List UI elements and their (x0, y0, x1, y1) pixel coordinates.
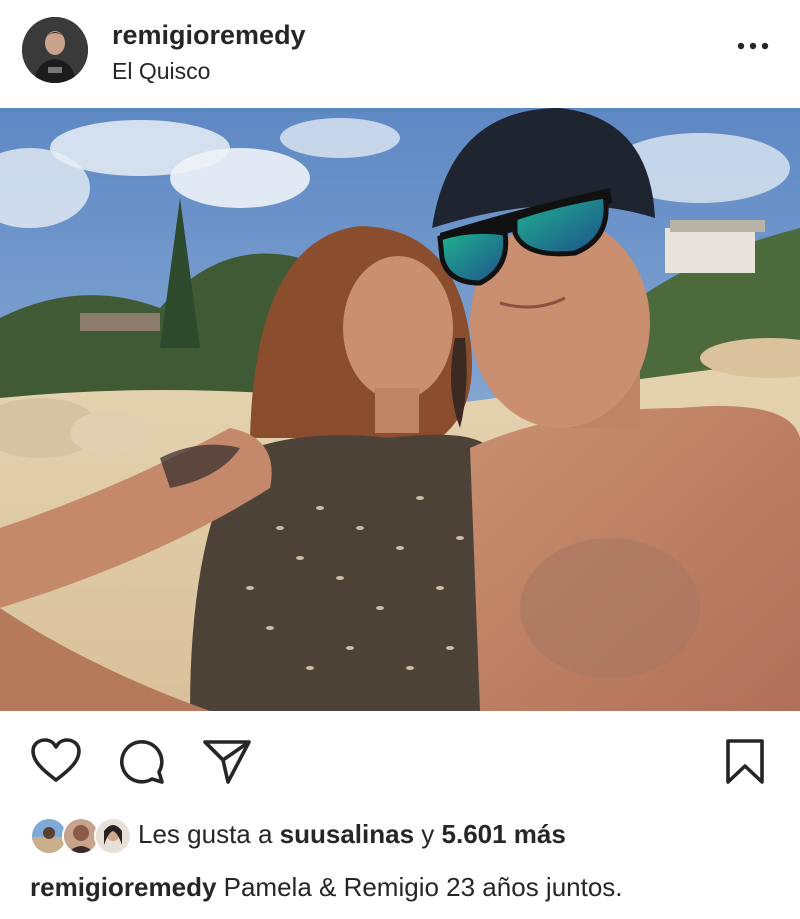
avatar[interactable] (22, 17, 88, 83)
share-button[interactable] (202, 738, 252, 791)
likes-connector: y (414, 819, 442, 849)
post-photo[interactable] (0, 108, 800, 711)
caption-text: Pamela & Remigio 23 años juntos. (216, 872, 623, 902)
avatar-image (22, 17, 88, 83)
liker-username[interactable]: suusalinas (280, 819, 414, 849)
save-button[interactable] (724, 738, 766, 791)
post-header: remigioremedy El Quisco (0, 0, 800, 108)
comment-button[interactable] (118, 738, 166, 791)
heart-icon (31, 738, 81, 782)
like-button[interactable] (30, 738, 82, 789)
post-actions (0, 730, 800, 794)
likes-text: Les gusta a suusalinas y 5.601 más (138, 819, 566, 850)
send-icon (203, 740, 251, 784)
liker-avatar (94, 817, 132, 855)
caption-username[interactable]: remigioremedy (30, 872, 216, 902)
beach-selfie-image (0, 108, 800, 711)
liker-avatars (30, 815, 132, 855)
post-caption: remigioremedy Pamela & Remigio 23 años j… (30, 872, 623, 903)
more-options-button[interactable] (736, 36, 770, 56)
post-username[interactable]: remigioremedy (112, 20, 306, 51)
more-horizontal-icon (737, 42, 769, 50)
likes-count[interactable]: 5.601 más (442, 819, 566, 849)
comment-icon (120, 740, 164, 784)
likes-row[interactable]: Les gusta a suusalinas y 5.601 más (30, 815, 770, 855)
likes-prefix: Les gusta a (138, 819, 280, 849)
post-location[interactable]: El Quisco (112, 58, 210, 85)
bookmark-icon (726, 739, 764, 784)
